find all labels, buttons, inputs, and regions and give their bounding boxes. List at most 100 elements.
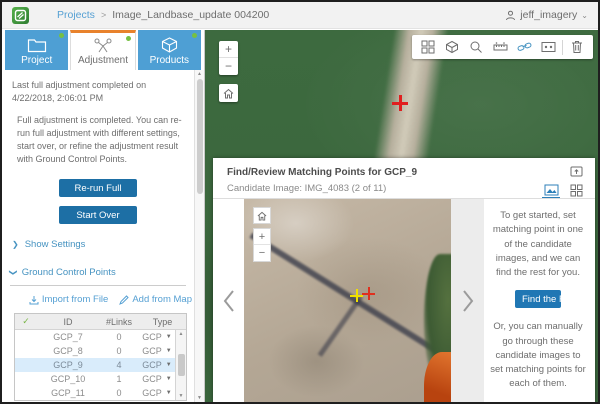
top-bar: Projects > Image_Landbase_update 004200 … <box>2 2 598 29</box>
adjustment-panel-body: Last full adjustment completed on 4/22/2… <box>2 70 194 402</box>
show-settings-label: Show Settings <box>25 239 86 250</box>
find-the-rest-button[interactable]: Find the Rest <box>515 290 561 308</box>
user-menu[interactable]: jeff_imagery ⌄ <box>505 9 588 21</box>
breadcrumb-projects-link[interactable]: Projects <box>57 9 95 21</box>
layers-icon[interactable] <box>440 35 464 59</box>
view-mode-toggles <box>542 182 585 199</box>
show-settings-toggle[interactable]: ❯ Show Settings <box>12 239 194 250</box>
column-id: ID <box>37 317 99 327</box>
home-icon <box>257 211 267 221</box>
thumbnails-icon[interactable] <box>416 35 440 59</box>
home-icon <box>223 88 234 99</box>
find-panel-title: Find/Review Matching Points for GCP_9 <box>227 167 595 178</box>
status-dot <box>192 33 197 38</box>
column-links: #Links <box>99 317 139 327</box>
left-panel: Project Adjustment <box>2 30 205 402</box>
panel-scrollbar[interactable]: ▲ ▼ <box>194 70 204 402</box>
chevron-down-icon: ⌄ <box>581 11 588 20</box>
column-type: Type <box>139 317 186 327</box>
chevron-right-icon: ❯ <box>12 240 19 249</box>
folder-icon <box>27 38 47 55</box>
table-row-selected[interactable]: GCP_9 4 GCP▼ <box>15 358 175 372</box>
links-icon[interactable] <box>512 35 536 59</box>
panel-tabs: Project Adjustment <box>2 30 204 70</box>
map-view[interactable]: + − <box>205 30 598 402</box>
table-row[interactable]: GCP_8 0 GCP▼ <box>15 344 175 358</box>
image-home-button[interactable] <box>253 207 271 224</box>
red-cross-gcp-marker[interactable] <box>392 95 408 111</box>
table-row[interactable]: GCP_7 0 GCP▼ <box>15 330 175 344</box>
status-dot <box>126 36 131 41</box>
tab-label: Project <box>21 55 52 66</box>
adjustment-drone-icon <box>94 38 112 55</box>
image-compare-icon[interactable] <box>536 35 560 59</box>
scroll-down-icon[interactable]: ▼ <box>197 395 202 401</box>
gcp-table: ✓ ID #Links Type GCP_7 0 GCP▼ <box>14 313 187 401</box>
single-image-view-icon[interactable] <box>542 182 560 199</box>
map-zoom-controls: + − <box>219 41 238 75</box>
scroll-up-icon[interactable]: ▲ <box>179 331 184 337</box>
type-dropdown[interactable]: GCP▼ <box>139 346 175 356</box>
grid-view-icon[interactable] <box>567 182 585 199</box>
scrollbar-thumb[interactable] <box>178 354 185 376</box>
candidate-viewer: + − To get started, set matching point i… <box>213 199 595 402</box>
type-dropdown[interactable]: GCP▼ <box>139 332 175 342</box>
candidate-image-label: Candidate Image: IMG_4083 (2 of 11) <box>227 183 595 194</box>
tab-adjustment[interactable]: Adjustment <box>70 30 135 70</box>
type-dropdown[interactable]: GCP▼ <box>139 374 175 384</box>
breadcrumb: Projects > Image_Landbase_update 004200 <box>57 9 269 21</box>
type-dropdown[interactable]: GCP▼ <box>139 360 175 370</box>
user-name: jeff_imagery <box>520 9 577 21</box>
table-row[interactable]: GCP_11 0 GCP▼ <box>15 386 175 400</box>
scrollbar-thumb[interactable] <box>197 79 203 194</box>
image-zoom-controls: + − <box>253 228 271 262</box>
instructions-column: To get started, set matching point in on… <box>484 199 595 402</box>
tab-products[interactable]: Products <box>138 30 201 70</box>
candidate-image[interactable]: + − <box>244 199 451 402</box>
dropdown-caret-icon: ▼ <box>166 334 172 340</box>
dropdown-caret-icon: ▼ <box>166 376 172 382</box>
table-scrollbar[interactable]: ▲ ▼ <box>175 330 186 400</box>
table-row[interactable]: GCP_10 1 GCP▼ <box>15 372 175 386</box>
add-from-map-link[interactable]: Add from Map <box>119 294 192 305</box>
gcp-actions-row: Import from File Add from Map <box>2 294 192 305</box>
scroll-up-icon[interactable]: ▲ <box>197 71 202 77</box>
chevron-right-icon <box>461 288 475 314</box>
gcp-section-title: Ground Control Points <box>22 267 116 278</box>
import-from-file-link[interactable]: Import from File <box>29 294 109 305</box>
zoom-out-button[interactable]: − <box>219 58 238 75</box>
ortho-maker-logo <box>12 7 29 24</box>
home-button[interactable] <box>219 84 238 102</box>
popout-icon[interactable] <box>570 165 583 177</box>
measure-icon[interactable] <box>488 35 512 59</box>
start-over-button[interactable]: Start Over <box>59 206 137 224</box>
search-icon[interactable] <box>464 35 488 59</box>
rerun-full-button[interactable]: Re-run Full <box>59 179 137 197</box>
divider <box>10 285 186 286</box>
gcp-section-toggle[interactable]: ❮ Ground Control Points <box>9 267 194 278</box>
app-window: Projects > Image_Landbase_update 004200 … <box>0 0 600 404</box>
project-title: Image_Landbase_update 004200 <box>112 9 269 21</box>
scroll-down-icon[interactable]: ▼ <box>179 393 184 399</box>
map-toolbar <box>412 35 593 59</box>
find-review-panel: Find/Review Matching Points for GCP_9 Ca… <box>213 158 595 402</box>
previous-image-button[interactable] <box>213 199 244 402</box>
trash-icon[interactable] <box>565 35 589 59</box>
toolbar-divider <box>562 40 563 55</box>
zoom-in-button[interactable]: + <box>254 229 270 245</box>
select-all-check-icon[interactable]: ✓ <box>15 316 37 327</box>
pencil-icon <box>119 295 129 305</box>
cube-icon <box>161 37 178 55</box>
adjustment-description: Full adjustment is completed. You can re… <box>17 114 188 166</box>
next-image-button[interactable] <box>451 199 484 402</box>
last-adjustment-status: Last full adjustment completed on 4/22/2… <box>12 79 186 104</box>
breadcrumb-separator: > <box>101 10 106 20</box>
tab-label: Adjustment <box>78 55 128 66</box>
person-icon <box>505 10 516 21</box>
red-cross-marker[interactable] <box>362 287 375 300</box>
tab-project[interactable]: Project <box>5 30 68 70</box>
image-shadow <box>318 295 363 357</box>
type-dropdown[interactable]: GCP▼ <box>139 388 175 398</box>
zoom-in-button[interactable]: + <box>219 41 238 58</box>
zoom-out-button[interactable]: − <box>254 245 270 261</box>
